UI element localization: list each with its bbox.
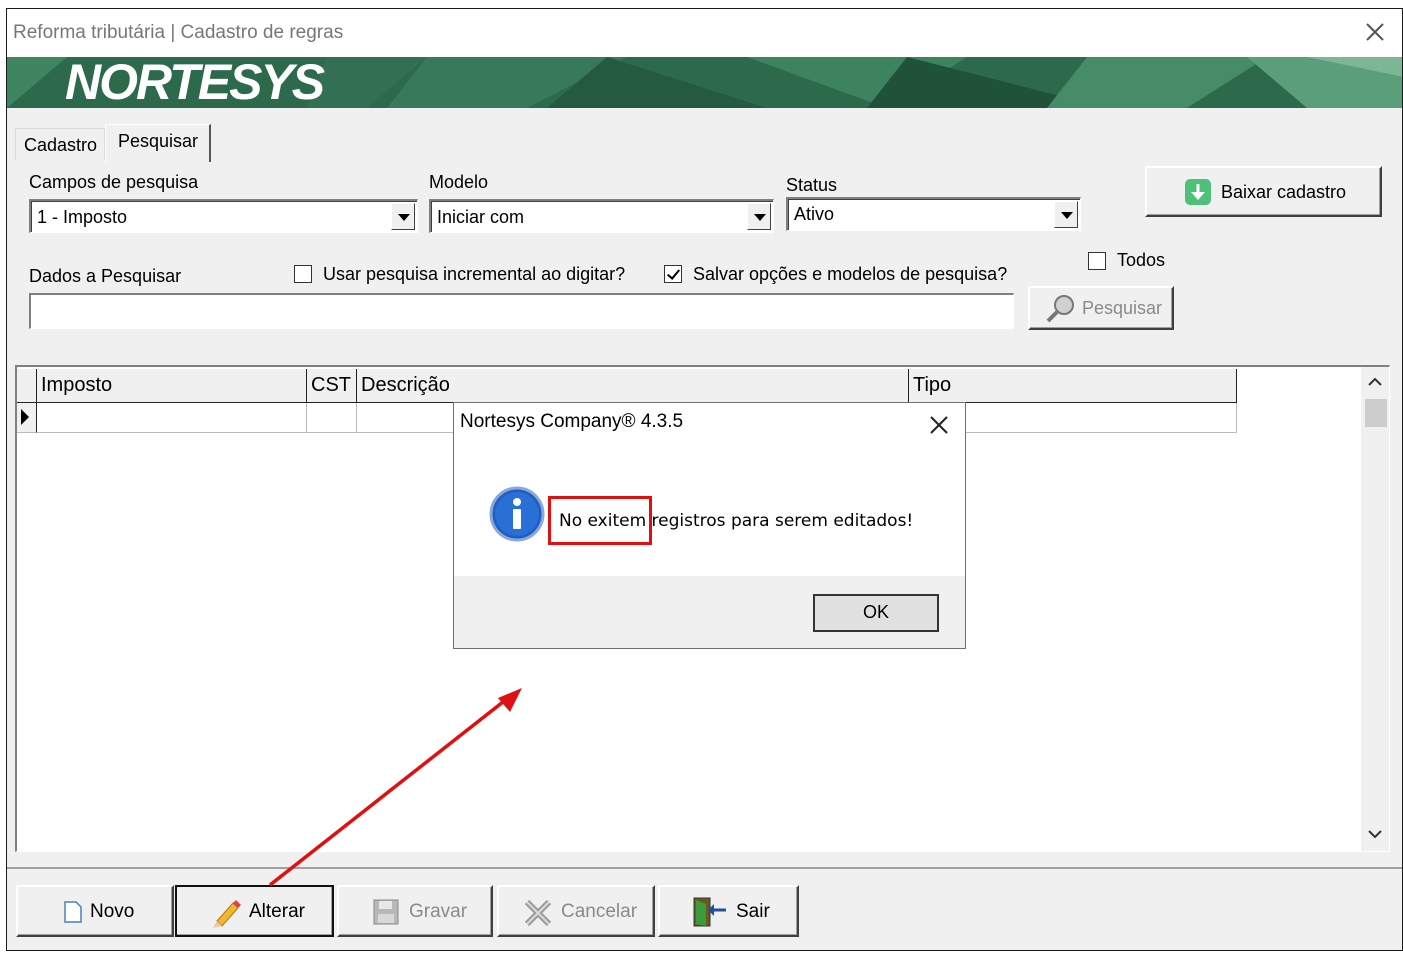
annotation-arrow (268, 688, 522, 887)
